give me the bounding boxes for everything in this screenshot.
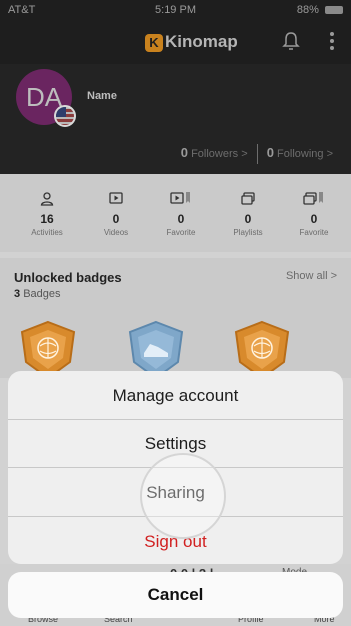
touch-ripple <box>140 453 226 539</box>
cancel-button[interactable]: Cancel <box>8 572 343 618</box>
manage-account-button[interactable]: Manage account <box>8 371 343 420</box>
